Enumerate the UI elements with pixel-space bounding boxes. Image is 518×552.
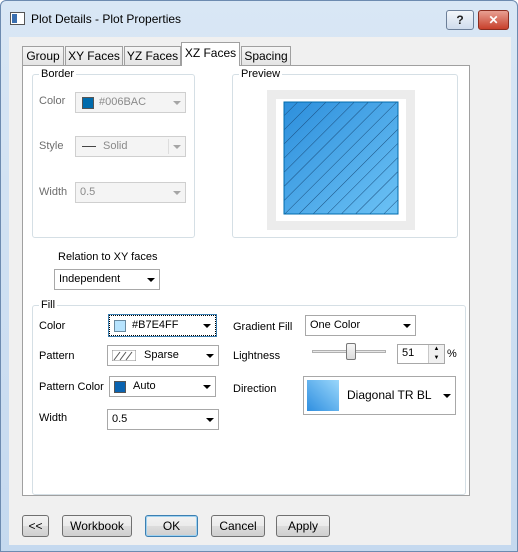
border-color-swatch [82, 97, 94, 109]
border-color-value: #006BAC [99, 96, 147, 108]
direction-value: Diagonal TR BL [347, 388, 432, 402]
spin-up-icon[interactable]: ▲ [428, 345, 444, 354]
tab-spacing[interactable]: Spacing [241, 46, 291, 65]
tab-xy-faces[interactable]: XY Faces [65, 46, 123, 65]
workbook-button[interactable]: Workbook [62, 515, 132, 537]
lightness-value: 51 [402, 347, 415, 359]
lightness-label: Lightness [233, 350, 281, 362]
pattern-color-label: Pattern Color [39, 381, 104, 393]
chevron-down-icon [147, 278, 155, 282]
fill-color-swatch [114, 320, 126, 332]
border-width-label: Width [39, 186, 68, 198]
border-style-combo[interactable]: Solid [75, 136, 186, 157]
lightness-spinbox[interactable]: 51 ▲ ▼ [397, 344, 445, 364]
chevron-down-icon [173, 191, 181, 195]
fill-color-value: #B7E4FF [132, 319, 179, 331]
tab-yz-faces[interactable]: YZ Faces [124, 46, 181, 65]
preview-group-title: Preview [239, 67, 283, 81]
relation-label: Relation to XY faces [58, 251, 158, 263]
pattern-color-combo[interactable]: Auto [109, 376, 216, 397]
chevron-down-icon [403, 324, 411, 328]
fill-pattern-combo[interactable]: Sparse [107, 345, 219, 366]
window-title: Plot Details - Plot Properties [31, 12, 182, 26]
tab-label: XZ Faces [184, 46, 237, 60]
chevron-down-icon [206, 418, 214, 422]
cancel-button[interactable]: Cancel [211, 515, 265, 537]
tab-label: Group [26, 49, 60, 63]
combo-divider [168, 139, 169, 154]
direction-combo[interactable]: Diagonal TR BL [303, 376, 456, 415]
tab-label: YZ Faces [126, 49, 179, 63]
relation-value: Independent [59, 273, 121, 285]
gradient-direction-preview [307, 380, 339, 411]
collapse-button[interactable]: << [22, 515, 49, 537]
chevron-down-icon [443, 394, 451, 398]
fill-width-label: Width [39, 412, 68, 424]
preview-canvas [267, 90, 415, 230]
chevron-down-icon [206, 354, 214, 358]
fill-width-combo[interactable]: 0.5 [107, 409, 219, 430]
fill-pattern-value: Sparse [144, 349, 179, 361]
border-style-label: Style [39, 140, 64, 152]
sparse-pattern-icon [112, 350, 136, 361]
relation-combo[interactable]: Independent [54, 269, 160, 290]
tab-xz-faces[interactable]: XZ Faces [181, 42, 240, 66]
tab-label: XY Faces [68, 49, 120, 63]
help-icon: ? [456, 13, 464, 27]
dialog-window: Plot Details - Plot Properties ? ✕ Group… [0, 0, 518, 552]
border-group-title: Border [39, 67, 77, 81]
gradient-fill-value: One Color [310, 319, 361, 331]
dialog-client-area: Group XY Faces YZ Faces XZ Faces Spacing… [9, 37, 511, 545]
gradient-fill-label: Gradient Fill [233, 321, 293, 333]
lightness-unit: % [447, 348, 457, 360]
fill-color-label: Color [39, 320, 66, 332]
apply-button[interactable]: Apply [276, 515, 330, 537]
close-icon: ✕ [488, 13, 499, 27]
preview-group: Preview [232, 67, 458, 238]
pattern-color-value: Auto [133, 380, 156, 392]
slider-thumb[interactable] [346, 343, 356, 360]
fill-group: Fill Color #B7E4FF Pattern Sparse Patter… [32, 298, 466, 495]
direction-label: Direction [233, 383, 277, 395]
border-color-combo[interactable]: #006BAC [75, 92, 186, 113]
border-width-value: 0.5 [80, 186, 96, 198]
lightness-slider[interactable] [312, 341, 388, 363]
spin-down-icon[interactable]: ▼ [428, 354, 444, 363]
border-width-combo[interactable]: 0.5 [75, 182, 186, 203]
chevron-down-icon [203, 385, 211, 389]
app-window-icon [10, 12, 25, 25]
border-group: Border Color #006BAC Style Solid Width 0… [32, 67, 195, 238]
pattern-color-swatch [114, 381, 126, 393]
help-button[interactable]: ? [446, 10, 474, 30]
chevron-down-icon [173, 101, 181, 105]
close-button[interactable]: ✕ [478, 10, 509, 30]
fill-pattern-label: Pattern [39, 350, 75, 362]
solid-line-icon [82, 146, 96, 147]
fill-group-title: Fill [39, 298, 58, 312]
fill-color-combo[interactable]: #B7E4FF [108, 314, 217, 337]
tab-group[interactable]: Group [22, 46, 64, 65]
preview-hatch [283, 101, 399, 215]
border-color-label: Color [39, 95, 66, 107]
tab-panel-xz-faces: Border Color #006BAC Style Solid Width 0… [22, 65, 470, 496]
border-style-value: Solid [103, 140, 128, 152]
gradient-fill-combo[interactable]: One Color [305, 315, 416, 336]
ok-button[interactable]: OK [145, 515, 198, 537]
chevron-down-icon [203, 324, 211, 328]
fill-width-value: 0.5 [112, 413, 128, 425]
title-bar[interactable]: Plot Details - Plot Properties ? ✕ [1, 1, 517, 37]
chevron-down-icon [173, 145, 181, 149]
tab-label: Spacing [244, 49, 288, 63]
